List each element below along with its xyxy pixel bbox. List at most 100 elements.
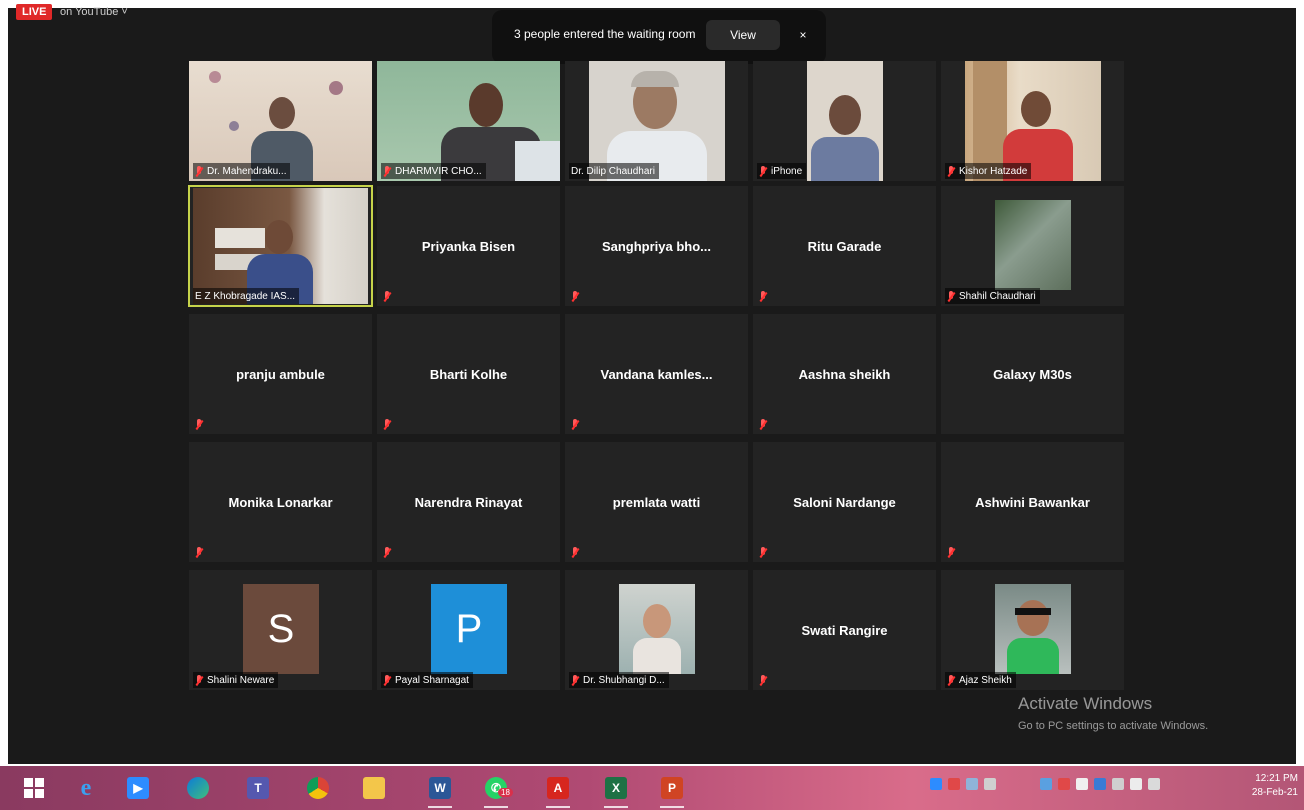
participant-label: Dr. Shubhangi D...: [569, 672, 669, 688]
whatsapp-icon[interactable]: ✆ 18: [480, 772, 513, 808]
participant-tile[interactable]: Dr. Mahendraku...: [189, 61, 372, 181]
edge-icon[interactable]: [182, 772, 214, 804]
powerpoint-icon[interactable]: P: [656, 772, 688, 808]
participant-name: Priyanka Bisen: [421, 238, 516, 254]
participant-name: Swati Rangire: [801, 622, 888, 638]
view-waiting-room-button[interactable]: View: [706, 20, 780, 50]
muted-mic-icon: [947, 290, 955, 302]
file-explorer-icon[interactable]: [358, 772, 390, 804]
participant-label: Payal Sharnagat: [381, 672, 473, 688]
desktop-screen: LIVE on YouTube ˅ 3 people entered the w…: [0, 0, 1304, 810]
profile-picture: [995, 584, 1071, 674]
network-tray-icon[interactable]: [966, 778, 978, 790]
participant-name: Monika Lonarkar: [228, 494, 333, 510]
system-clock[interactable]: 12:21 PM 28-Feb-21: [1228, 772, 1298, 800]
participant-tile[interactable]: P Payal Sharnagat: [377, 570, 560, 690]
participant-tile[interactable]: Ritu Garade: [753, 186, 936, 306]
whatsapp-unread-badge: 18: [498, 788, 513, 797]
windows-taskbar: e ▶ T W ✆ 18 A X P: [0, 766, 1304, 810]
participant-tile[interactable]: premlata watti: [565, 442, 748, 562]
participant-name: pranju ambule: [236, 366, 325, 382]
participant-video: [193, 188, 368, 304]
muted-mic-icon: [759, 165, 767, 177]
participant-tile[interactable]: Narendra Rinayat: [377, 442, 560, 562]
participant-name: Dr. Dilip Chaudhari: [571, 165, 655, 177]
tray-app-icon[interactable]: [1076, 778, 1088, 790]
volume-tray-icon[interactable]: [984, 778, 996, 790]
zoom-app-icon[interactable]: ▶: [122, 772, 154, 804]
participant-tile[interactable]: Swati Rangire: [753, 570, 936, 690]
muted-mic-icon: [571, 547, 579, 558]
zoom-meeting-window: LIVE on YouTube ˅ 3 people entered the w…: [8, 4, 1296, 764]
participant-name: Sanghpriya bho...: [601, 238, 712, 254]
muted-mic-icon: [195, 674, 203, 686]
participant-label: Dr. Mahendraku...: [193, 163, 291, 179]
participant-name: Shahil Chaudhari: [959, 290, 1036, 302]
teams-icon[interactable]: T: [242, 772, 274, 804]
waiting-room-notification: 3 people entered the waiting room View ×: [492, 10, 826, 64]
participant-name: Ritu Garade: [807, 238, 882, 254]
participant-tile[interactable]: Dr. Dilip Chaudhari: [565, 61, 748, 181]
participant-tile[interactable]: S Shalini Neware: [189, 570, 372, 690]
participant-tile[interactable]: iPhone: [753, 61, 936, 181]
flag-tray-icon[interactable]: [1130, 778, 1142, 790]
participant-tile[interactable]: Shahil Chaudhari: [941, 186, 1124, 306]
participant-label: iPhone: [757, 163, 807, 179]
word-icon[interactable]: W: [424, 772, 456, 808]
participant-tile[interactable]: Aashna sheikh: [753, 314, 936, 434]
windows-start-icon[interactable]: [18, 772, 50, 804]
activate-windows-subtitle: Go to PC settings to activate Windows.: [1018, 720, 1209, 732]
muted-mic-icon: [759, 291, 767, 302]
participant-label: Ajaz Sheikh: [945, 672, 1016, 688]
live-badge[interactable]: LIVE: [16, 4, 53, 20]
participant-tile[interactable]: Sanghpriya bho...: [565, 186, 748, 306]
keyboard-tray-icon[interactable]: [1112, 778, 1124, 790]
participant-name: Dr. Mahendraku...: [207, 165, 287, 177]
active-speaker-tile[interactable]: E Z Khobragade IAS...: [188, 185, 373, 307]
participant-name: Shalini Neware: [207, 674, 275, 686]
muted-mic-icon: [571, 419, 579, 430]
participant-tile[interactable]: Vandana kamles...: [565, 314, 748, 434]
live-destination[interactable]: on YouTube ˅: [60, 4, 128, 20]
close-notification-button[interactable]: ×: [792, 22, 814, 48]
participant-tile[interactable]: pranju ambule: [189, 314, 372, 434]
participant-label: Dr. Dilip Chaudhari: [569, 163, 659, 179]
participant-label: Shalini Neware: [193, 672, 279, 688]
tray-app-icon[interactable]: [1040, 778, 1052, 790]
activate-windows-watermark: Activate Windows Go to PC settings to ac…: [1018, 694, 1208, 732]
participant-tile[interactable]: Bharti Kolhe: [377, 314, 560, 434]
participant-tile[interactable]: DHARMVIR CHO...: [377, 61, 560, 181]
signal-tray-icon[interactable]: [1148, 778, 1160, 790]
muted-mic-icon: [383, 291, 391, 302]
participant-tile[interactable]: Dr. Shubhangi D...: [565, 570, 748, 690]
participant-tile[interactable]: Priyanka Bisen: [377, 186, 560, 306]
excel-icon[interactable]: X: [600, 772, 632, 808]
bluetooth-tray-icon[interactable]: [930, 778, 942, 790]
participant-tile[interactable]: Galaxy M30s: [941, 314, 1124, 434]
antivirus-tray-icon[interactable]: [948, 778, 960, 790]
participant-tile[interactable]: Monika Lonarkar: [189, 442, 372, 562]
participant-name: Ashwini Bawankar: [975, 494, 1090, 510]
participant-tile[interactable]: Ajaz Sheikh: [941, 570, 1124, 690]
internet-explorer-icon[interactable]: e: [70, 772, 102, 804]
muted-mic-icon: [759, 547, 767, 558]
participant-name: Saloni Nardange: [793, 494, 896, 510]
participant-tile[interactable]: Kishor Hatzade: [941, 61, 1124, 181]
participant-tile[interactable]: Ashwini Bawankar: [941, 442, 1124, 562]
muted-mic-icon: [195, 419, 203, 430]
muted-mic-icon: [571, 674, 579, 686]
participant-video: [807, 61, 883, 181]
tray-app-icon[interactable]: [1094, 778, 1106, 790]
acrobat-icon[interactable]: A: [542, 772, 574, 808]
participant-name: Ajaz Sheikh: [959, 674, 1012, 686]
avatar-initial: S: [243, 584, 319, 674]
muted-mic-icon: [947, 674, 955, 686]
participant-name: Narendra Rinayat: [414, 494, 523, 510]
chrome-icon[interactable]: [302, 772, 334, 804]
tray-app-icon[interactable]: [1058, 778, 1070, 790]
participant-name: iPhone: [771, 165, 803, 177]
participant-label: DHARMVIR CHO...: [381, 163, 486, 179]
participant-tile[interactable]: Saloni Nardange: [753, 442, 936, 562]
muted-mic-icon: [759, 675, 767, 686]
muted-mic-icon: [383, 547, 391, 558]
